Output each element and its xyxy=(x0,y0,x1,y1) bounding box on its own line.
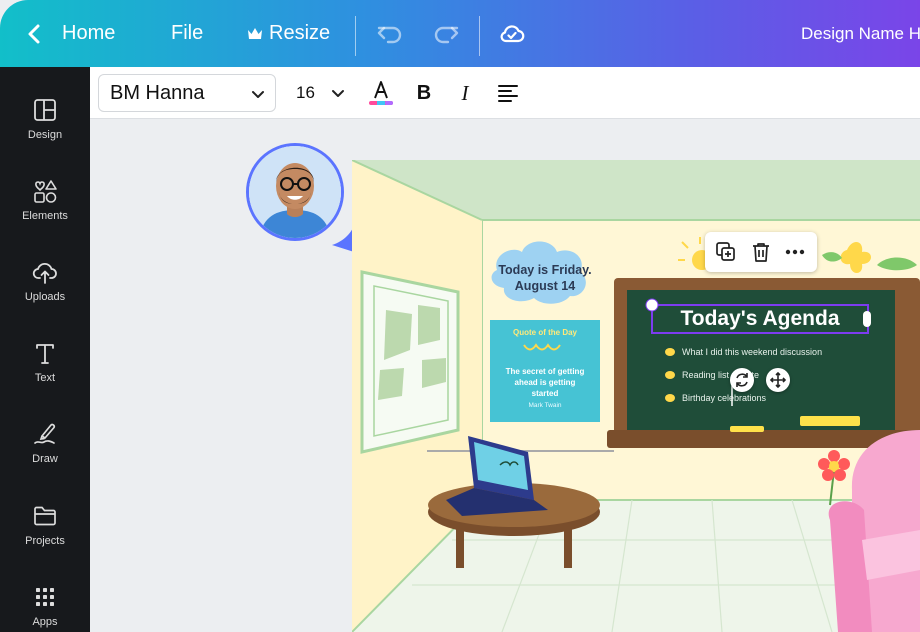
sidebar-item-text[interactable]: Text xyxy=(0,340,90,410)
cloud-sync-icon[interactable] xyxy=(498,20,526,48)
rotate-handle[interactable] xyxy=(730,368,754,392)
shapes-icon xyxy=(34,180,57,203)
text-color-icon[interactable] xyxy=(368,79,394,107)
redo-icon[interactable] xyxy=(432,20,460,48)
back-button[interactable] xyxy=(26,0,44,67)
sidebar-item-label: Elements xyxy=(22,210,68,222)
sidebar-item-label: Design xyxy=(27,129,63,141)
date-line-2: August 14 xyxy=(514,279,576,293)
text-toolbar: BM Hanna 16 B I xyxy=(90,67,920,119)
chevron-left-icon xyxy=(28,24,40,43)
design-canvas[interactable]: Today is Friday. August 14 Quote of the … xyxy=(352,160,920,632)
duplicate-icon[interactable] xyxy=(715,241,737,263)
sidebar-item-apps[interactable]: Apps xyxy=(0,584,90,632)
selection-toolbar xyxy=(705,232,817,272)
top-bar: Home File Resize Design Name H xyxy=(0,0,920,67)
date-line-1: Today is Friday. xyxy=(498,263,592,277)
home-button[interactable]: Home xyxy=(62,0,115,67)
person-photo xyxy=(249,146,341,238)
agenda-title[interactable]: Today's Agenda xyxy=(652,305,868,333)
undo-icon[interactable] xyxy=(376,20,404,48)
pen-icon xyxy=(34,423,56,444)
chevron-down-icon xyxy=(252,91,264,98)
folder-icon xyxy=(34,506,56,526)
move-handle[interactable] xyxy=(766,368,790,392)
font-size-value[interactable]: 16 xyxy=(296,79,315,107)
italic-icon[interactable]: I xyxy=(456,79,474,107)
sidebar-item-uploads[interactable]: Uploads xyxy=(0,259,90,329)
rotate-icon xyxy=(736,373,748,387)
grid-icon xyxy=(36,588,54,606)
sidebar-item-design[interactable]: Design xyxy=(0,97,90,167)
quote-text[interactable]: The secret of getting ahead is getting s… xyxy=(504,366,586,399)
divider xyxy=(479,16,480,56)
file-menu-button[interactable]: File xyxy=(171,0,203,67)
move-icon xyxy=(769,371,787,389)
quote-title[interactable]: Quote of the Day xyxy=(490,328,600,337)
font-family-value: BM Hanna xyxy=(110,81,205,104)
design-name[interactable]: Design Name H xyxy=(801,0,920,67)
sidebar-item-elements[interactable]: Elements xyxy=(0,178,90,248)
sidebar-item-label: Draw xyxy=(32,453,58,465)
font-family-select[interactable]: BM Hanna xyxy=(98,74,276,112)
bold-icon[interactable]: B xyxy=(414,79,434,107)
sidebar-item-label: Uploads xyxy=(24,291,66,303)
resize-label: Resize xyxy=(269,22,331,44)
sidebar: Design Elements Uploads Text Draw Projec… xyxy=(0,67,90,632)
sidebar-item-label: Projects xyxy=(25,535,65,547)
text-icon xyxy=(36,344,54,364)
cloud-upload-icon xyxy=(32,263,57,284)
sidebar-item-label: Text xyxy=(34,372,56,384)
agenda-item[interactable]: Birthday celebrations xyxy=(682,393,766,403)
divider xyxy=(355,16,356,56)
crown-icon xyxy=(248,27,262,39)
editor-workspace: Today is Friday. August 14 Quote of the … xyxy=(90,119,920,632)
trash-icon[interactable] xyxy=(750,241,772,263)
align-left-icon[interactable] xyxy=(497,82,519,104)
chevron-down-icon[interactable] xyxy=(331,86,345,100)
sidebar-item-draw[interactable]: Draw xyxy=(0,421,90,491)
date-text[interactable]: Today is Friday. August 14 xyxy=(489,262,601,294)
resize-button[interactable]: Resize xyxy=(246,0,330,67)
agenda-item[interactable]: What I did this weekend discussion xyxy=(682,347,822,357)
sidebar-item-label: Apps xyxy=(32,616,58,628)
quote-author[interactable]: Mark Twain xyxy=(490,402,600,409)
sidebar-item-projects[interactable]: Projects xyxy=(0,503,90,573)
more-icon[interactable] xyxy=(784,241,806,263)
classroom-illustration xyxy=(352,160,920,632)
layout-icon xyxy=(34,99,56,121)
